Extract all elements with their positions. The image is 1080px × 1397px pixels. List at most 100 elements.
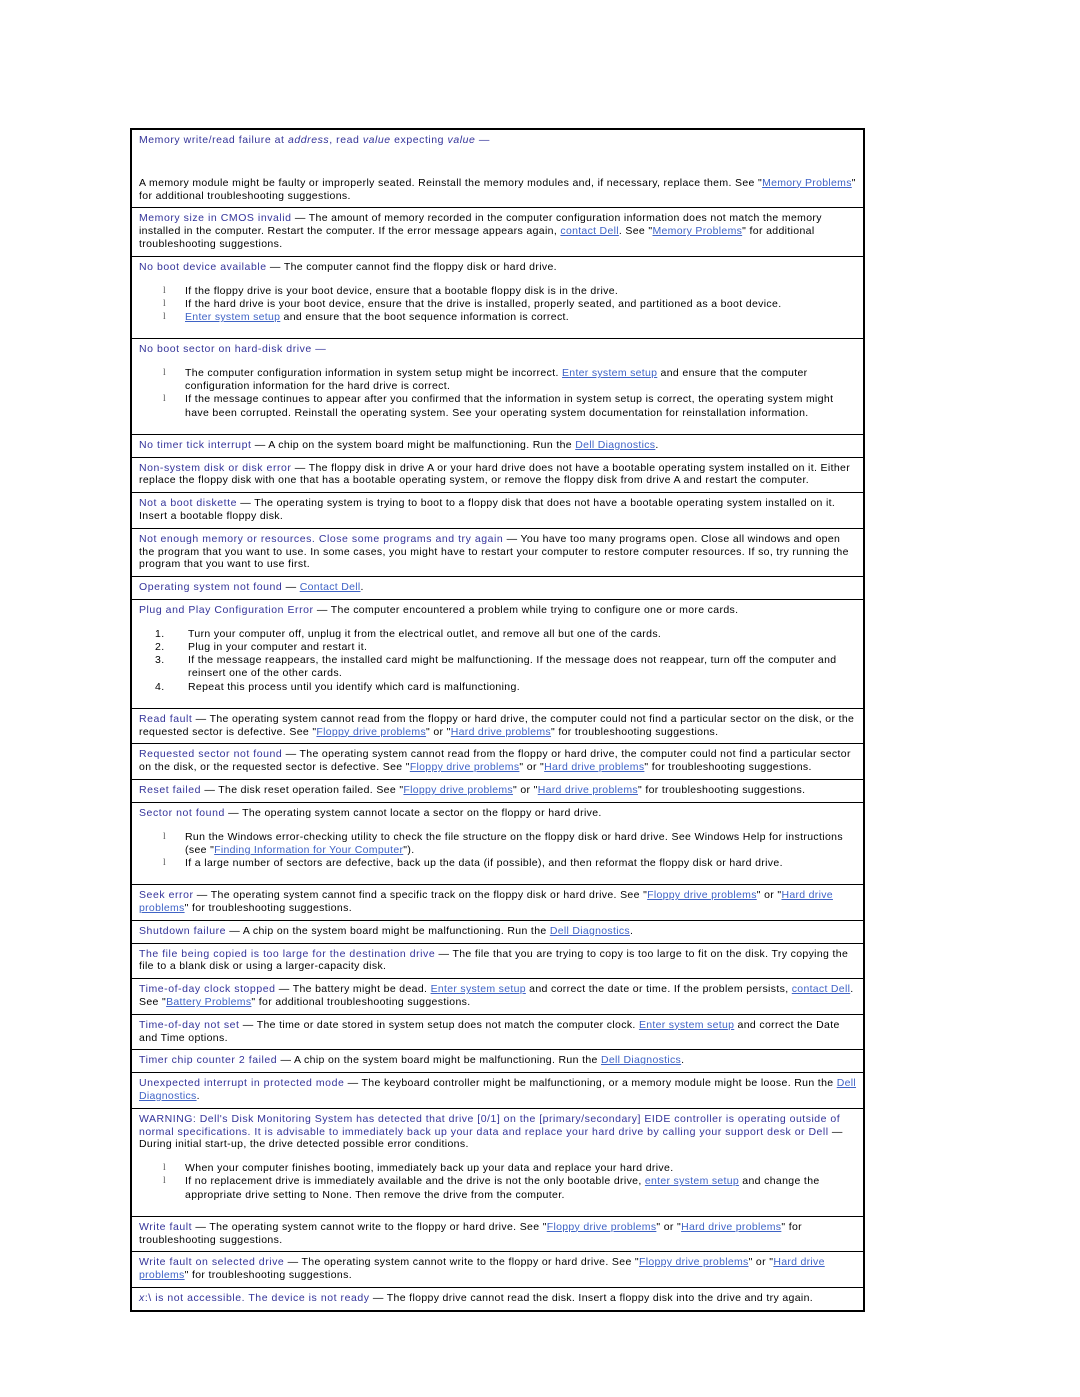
- table-row: Not a boot diskette — The operating syst…: [131, 492, 864, 529]
- link-floppy-drive-problems[interactable]: Floppy drive problems: [316, 726, 426, 738]
- table-row: Shutdown failure — A chip on the system …: [131, 919, 864, 944]
- message-body-1: The time or date stored in system setup …: [256, 1018, 639, 1031]
- term-dash: —: [201, 783, 219, 796]
- term-dash: —: [192, 1220, 210, 1233]
- table-row: Read fault — The operating system cannot…: [131, 707, 864, 745]
- link-hard-drive-problems[interactable]: Hard drive problems: [544, 761, 644, 773]
- message-body-3: " for troubleshooting suggestions.: [184, 901, 352, 914]
- link-dell-diagnostics[interactable]: Dell Diagnostics: [575, 439, 655, 451]
- message-body: During initial start-up, the drive detec…: [139, 1138, 469, 1151]
- message-cell-shutdown-failure: Shutdown failure — A chip on the system …: [131, 919, 864, 944]
- term-dash: —: [277, 1054, 294, 1067]
- link-floppy-drive-problems[interactable]: Floppy drive problems: [547, 1221, 657, 1233]
- table-row: Sector not found — The operating system …: [131, 801, 864, 886]
- message-body-2: " or ": [756, 889, 782, 902]
- link-memory-problems[interactable]: Memory Problems: [652, 225, 742, 237]
- table-row: Seek error — The operating system cannot…: [131, 884, 864, 921]
- term-italic-address: address: [288, 134, 330, 146]
- message-body-2: .: [655, 438, 659, 451]
- table-row: Time-of-day not set — The time or date s…: [131, 1013, 864, 1051]
- message-term: No boot device available: [139, 260, 267, 273]
- bullet-list: The computer configuration information i…: [139, 367, 857, 420]
- table-row: Unexpected interrupt in protected mode —…: [131, 1072, 864, 1109]
- link-battery-problems[interactable]: Battery Problems: [166, 996, 251, 1008]
- message-body-1: The disk reset operation failed. See ": [218, 783, 404, 796]
- list-item: If the message continues to appear after…: [163, 393, 857, 419]
- term-italic-value-1: value: [362, 134, 391, 146]
- system-messages-table: Memory write/read failure at address, re…: [130, 128, 865, 1312]
- term-dash: —: [282, 748, 300, 761]
- link-floppy-drive-problems[interactable]: Floppy drive problems: [647, 889, 757, 901]
- term-italic-value-2: value: [447, 134, 476, 146]
- message-cell-tod-not-set: Time-of-day not set — The time or date s…: [131, 1013, 864, 1051]
- link-memory-problems[interactable]: Memory Problems: [762, 177, 852, 189]
- message-body-2: " or ": [426, 725, 451, 738]
- link-hard-drive-problems[interactable]: Hard drive problems: [451, 726, 551, 738]
- message-body-1: The operating system cannot write to the…: [301, 1256, 639, 1269]
- table-row: Write fault — The operating system canno…: [131, 1215, 864, 1253]
- link-enter-system-setup[interactable]: Enter system setup: [431, 983, 526, 995]
- message-body-1: The operating system cannot find a speci…: [210, 889, 648, 902]
- link-enter-system-setup[interactable]: enter system setup: [645, 1175, 739, 1187]
- link-dell-diagnostics[interactable]: Dell Diagnostics: [550, 925, 630, 937]
- message-term: Seek error: [139, 889, 194, 902]
- message-cell-write-fault: Write fault — The operating system canno…: [131, 1215, 864, 1253]
- message-term: Timer chip counter 2 failed: [139, 1054, 278, 1067]
- table-row: x:\ is not accessible. The device is not…: [131, 1286, 864, 1311]
- link-dell-diagnostics[interactable]: Dell Diagnostics: [601, 1054, 681, 1066]
- term-dash: —: [503, 532, 521, 545]
- message-body-1: A chip on the system board might be malf…: [242, 924, 550, 937]
- list-item: If no replacement drive is immediately a…: [163, 1175, 857, 1201]
- message-cell-non-system-disk: Non-system disk or disk error — The flop…: [131, 456, 864, 494]
- message-term: Memory size in CMOS invalid: [139, 212, 292, 225]
- link-contact-dell[interactable]: Contact Dell: [300, 581, 361, 593]
- link-floppy-drive-problems[interactable]: Floppy drive problems: [403, 784, 513, 796]
- message-body-2: " or ": [748, 1256, 774, 1269]
- list-item: If the message reappears, the installed …: [155, 654, 837, 680]
- message-body-2: and correct the date or time. If the pro…: [525, 983, 792, 996]
- link-contact-dell[interactable]: contact Dell: [792, 983, 850, 995]
- link-floppy-drive-problems[interactable]: Floppy drive problems: [639, 1256, 749, 1268]
- message-body-2: .: [360, 581, 364, 594]
- link-hard-drive-problems[interactable]: Hard drive problems: [538, 784, 638, 796]
- message-cell-warning-disk-monitoring: WARNING: Dell's Disk Monitoring System h…: [131, 1107, 864, 1217]
- link-enter-system-setup[interactable]: Enter system setup: [562, 367, 657, 379]
- link-enter-system-setup[interactable]: Enter system setup: [185, 311, 280, 323]
- message-cell-sector-not-found: Sector not found — The operating system …: [131, 801, 864, 886]
- table-row: Timer chip counter 2 failed — A chip on …: [131, 1049, 864, 1074]
- message-cell-x-not-accessible: x:\ is not accessible. The device is not…: [131, 1286, 864, 1311]
- term-dash: —: [475, 134, 490, 146]
- message-cell-timer-chip-counter: Timer chip counter 2 failed — A chip on …: [131, 1049, 864, 1074]
- message-cell-reset-failed: Reset failed — The disk reset operation …: [131, 778, 864, 803]
- term-dash: —: [239, 1018, 257, 1031]
- blank-spacer: [139, 324, 857, 333]
- term-dash: —: [224, 806, 243, 819]
- table-row: No boot sector on hard-disk drive — The …: [131, 338, 864, 435]
- numbered-list: Turn your computer off, unplug it from t…: [139, 628, 857, 694]
- table-row: Reset failed — The disk reset operation …: [131, 778, 864, 803]
- message-cell-read-fault: Read fault — The operating system cannot…: [131, 707, 864, 745]
- message-term: Plug and Play Configuration Error: [139, 603, 314, 616]
- message-term: Memory write/read failure at address, re…: [139, 134, 490, 146]
- list-item-text: ").: [403, 843, 415, 856]
- message-term: Time-of-day not set: [139, 1018, 240, 1031]
- message-body-1: A chip on the system board might be malf…: [268, 438, 576, 451]
- list-item: When your computer finishes booting, imm…: [163, 1162, 857, 1175]
- message-cell-memory-size-cmos: Memory size in CMOS invalid — The amount…: [131, 207, 864, 257]
- term-dash: —: [251, 438, 269, 451]
- link-contact-dell[interactable]: contact Dell: [560, 225, 618, 237]
- link-enter-system-setup[interactable]: Enter system setup: [639, 1019, 734, 1031]
- message-term: Operating system not found: [139, 581, 283, 594]
- message-body-3: " for troubleshooting suggestions.: [637, 783, 806, 796]
- table-row: Requested sector not found — The operati…: [131, 743, 864, 780]
- table-row: WARNING: Dell's Disk Monitoring System h…: [131, 1107, 864, 1217]
- link-hard-drive-problems[interactable]: Hard drive problems: [681, 1221, 781, 1233]
- table-row: Time-of-day clock stopped — The battery …: [131, 978, 864, 1015]
- message-term: Not a boot diskette: [139, 497, 238, 510]
- link-floppy-drive-problems[interactable]: Floppy drive problems: [410, 761, 520, 773]
- list-item-text: If a large number of sectors are defecti…: [185, 856, 783, 869]
- link-finding-information[interactable]: Finding Information for Your Computer: [214, 844, 403, 856]
- blank-spacer: [139, 870, 857, 879]
- table-row: The file being copied is too large for t…: [131, 942, 864, 980]
- message-body: The floppy drive cannot read the disk. I…: [386, 1291, 814, 1304]
